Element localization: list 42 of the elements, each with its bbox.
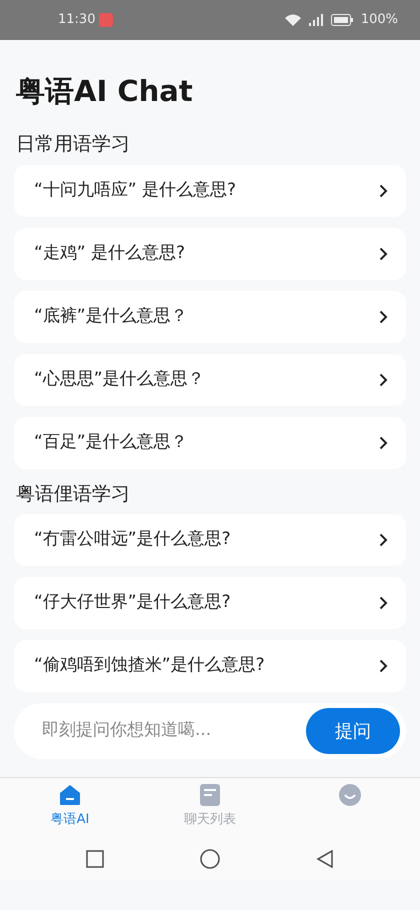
- question-card[interactable]: “十问九唔应” 是什么意思?: [14, 164, 406, 216]
- question-text: “十问九唔应” 是什么意思?: [34, 178, 236, 202]
- tab[interactable]: 粤语AI: [0, 778, 140, 839]
- signal-icon: [308, 14, 323, 26]
- question-card[interactable]: “心思思”是什么意思？: [14, 354, 406, 406]
- question-card[interactable]: “底裤”是什么意思？: [14, 290, 406, 342]
- question-text: “仔大仔世界”是什么意思?: [34, 591, 231, 614]
- chevron-right-icon: [379, 436, 388, 450]
- chevron-right-icon: [379, 659, 388, 673]
- question-card[interactable]: “走鸡” 是什么意思?: [14, 228, 406, 280]
- back-icon[interactable]: [316, 850, 334, 868]
- status-time: 11:30: [58, 11, 96, 30]
- document-icon: [200, 784, 220, 806]
- notification-icon: [99, 13, 114, 27]
- wifi-icon: [284, 14, 301, 26]
- chevron-right-icon: [379, 372, 388, 386]
- question-text: “走鸡” 是什么意思?: [34, 242, 186, 265]
- question-text: “偷鸡唔到蚀揸米”是什么意思?: [34, 654, 265, 678]
- chevron-right-icon: [379, 184, 388, 198]
- home-nav-icon[interactable]: [200, 849, 220, 869]
- chevron-right-icon: [379, 596, 388, 610]
- question-field[interactable]: 即刻提问你想知道噶... 提问: [14, 703, 406, 759]
- question-card[interactable]: “百足”是什么意思？: [14, 416, 406, 468]
- section-heading: 粤语俚语学习: [16, 482, 130, 504]
- question-card[interactable]: “偷鸡唔到蚀揸米”是什么意思?: [14, 640, 406, 692]
- ask-button[interactable]: 提问: [306, 708, 400, 754]
- battery-icon: [330, 14, 353, 26]
- chevron-right-icon: [379, 310, 388, 324]
- question-text: “冇雷公咁远”是什么意思?: [34, 528, 231, 552]
- chevron-right-icon: [379, 246, 388, 260]
- chevron-right-icon: [379, 533, 388, 547]
- question-text: “心思思”是什么意思？: [34, 368, 205, 391]
- question-text: “底裤”是什么意思？: [34, 304, 188, 328]
- battery-level: 100%: [360, 11, 398, 30]
- question-text: “百足”是什么意思？: [34, 430, 188, 454]
- section-heading: 日常用语学习: [16, 133, 130, 155]
- recent-apps-icon[interactable]: [86, 850, 104, 868]
- question-card[interactable]: “仔大仔世界”是什么意思?: [14, 577, 406, 629]
- question-card[interactable]: “冇雷公咁远”是什么意思?: [14, 514, 406, 566]
- app-title: 粤语AI Chat: [16, 74, 193, 108]
- smiley-icon: [339, 784, 361, 806]
- home-icon: [59, 784, 81, 806]
